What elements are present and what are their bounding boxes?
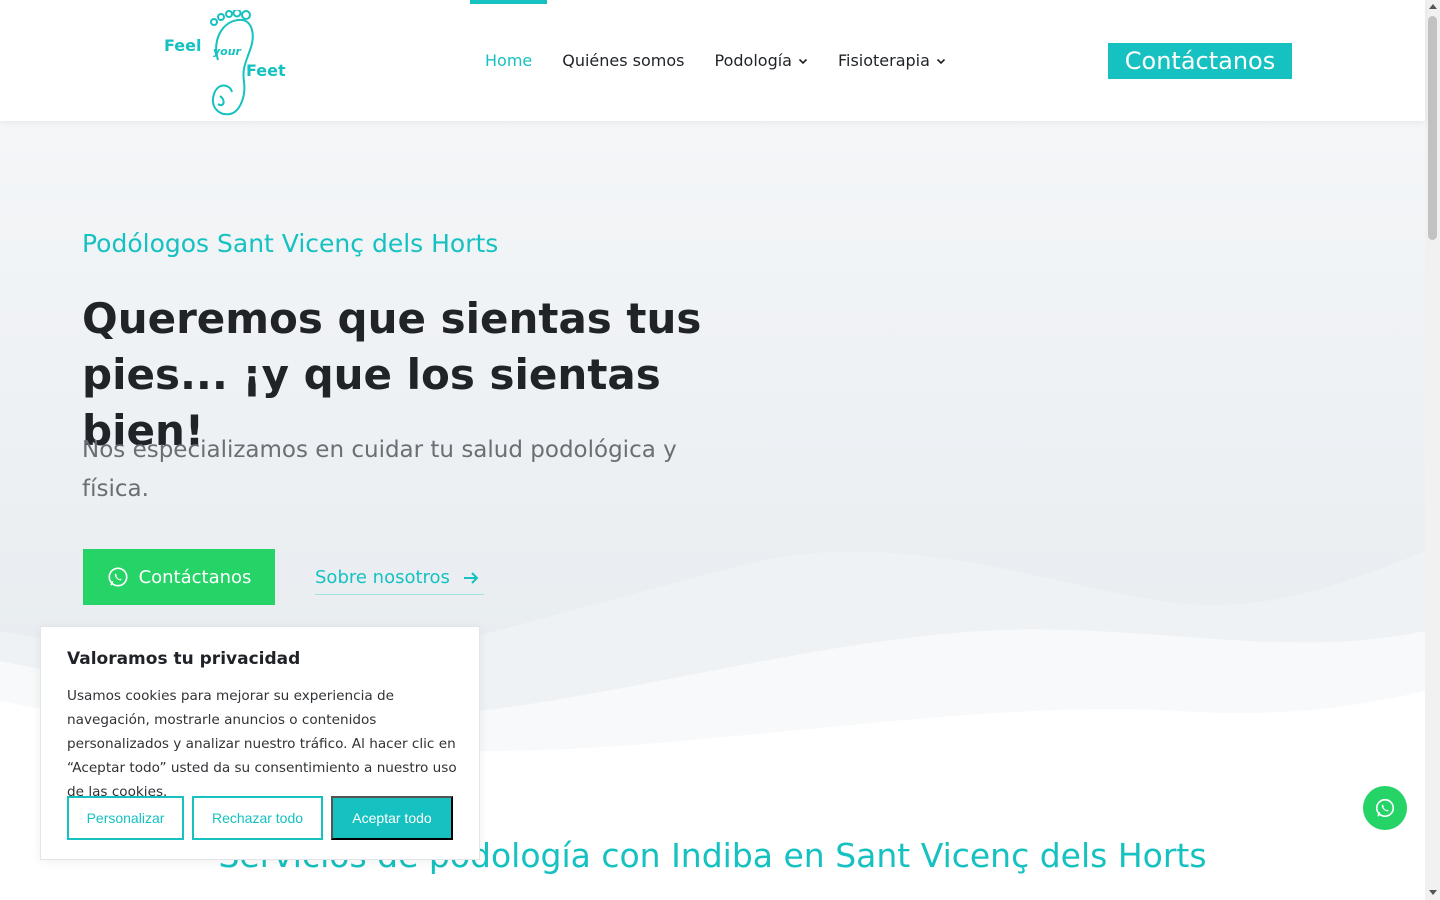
hero-eyebrow: Podólogos Sant Vicenç dels Horts <box>82 229 499 258</box>
nav-item-label: Home <box>485 51 533 70</box>
logo-word-your: your <box>213 45 241 58</box>
about-link[interactable]: Sobre nosotros <box>315 561 484 595</box>
nav-item-podologia[interactable]: Podología <box>700 0 823 121</box>
cookie-title: Valoramos tu privacidad <box>67 649 301 669</box>
chevron-down-icon <box>936 58 946 64</box>
site-header: Feel your Feet Home Quiénes somos Podolo… <box>0 0 1425 121</box>
whatsapp-icon <box>1375 798 1395 818</box>
whatsapp-contact-button[interactable]: Contáctanos <box>83 549 275 605</box>
cookie-reject-button[interactable]: Rechazar todo <box>192 796 323 840</box>
site-logo[interactable]: Feel your Feet <box>160 8 290 118</box>
scroll-down-arrow[interactable] <box>1429 890 1437 895</box>
nav-item-home[interactable]: Home <box>470 0 548 121</box>
logo-word-feel: Feel <box>164 36 202 55</box>
scroll-thumb[interactable] <box>1428 16 1437 240</box>
scroll-up-arrow[interactable] <box>1429 4 1437 9</box>
cookie-accept-button[interactable]: Aceptar todo <box>331 796 453 840</box>
cookie-text: Usamos cookies para mejorar su experienc… <box>67 688 457 800</box>
cookie-banner: Valoramos tu privacidad Usamos cookies p… <box>40 626 480 860</box>
about-link-label: Sobre nosotros <box>315 567 450 588</box>
nav-item-quienes-somos[interactable]: Quiénes somos <box>547 0 699 121</box>
hero-lead: Nos especializamos en cuidar tu salud po… <box>82 437 677 502</box>
nav-item-label: Quiénes somos <box>562 51 685 70</box>
nav-item-fisioterapia[interactable]: Fisioterapia <box>823 0 961 121</box>
contact-button[interactable]: Contáctanos <box>1108 43 1292 79</box>
arrow-right-icon <box>463 571 479 584</box>
floating-whatsapp-button[interactable] <box>1363 786 1407 830</box>
cookie-customize-button[interactable]: Personalizar <box>67 796 184 840</box>
logo-word-feet: Feet <box>246 61 286 80</box>
whatsapp-icon <box>108 567 128 587</box>
nav-item-label: Fisioterapia <box>837 51 930 70</box>
nav-item-label: Podología <box>714 51 792 70</box>
chevron-down-icon <box>798 58 808 64</box>
main-nav: Home Quiénes somos Podología Fisioterapi… <box>470 0 961 121</box>
page-scrollbar[interactable] <box>1425 0 1440 900</box>
whatsapp-button-label: Contáctanos <box>138 566 252 588</box>
